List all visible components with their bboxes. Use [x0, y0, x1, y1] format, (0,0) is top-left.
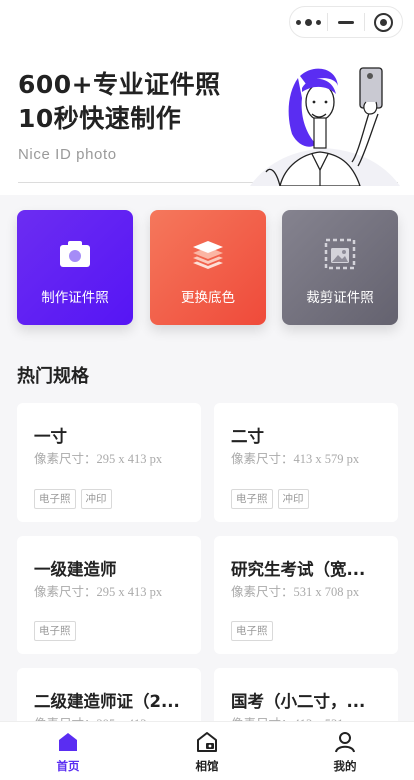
minus-icon — [338, 20, 354, 24]
spec-name: 二寸 — [231, 427, 264, 446]
tag-print: 冲印 — [80, 489, 112, 509]
change-background-button[interactable]: 更换底色 — [150, 210, 266, 325]
section-title: 热门规格 — [17, 366, 89, 387]
spec-card[interactable]: 研究生考试（宽... 像素尺寸：531 x 708 px 电子照 — [214, 536, 398, 654]
spec-tags: 电子照 冲印 — [34, 489, 112, 509]
tag-digital: 电子照 — [34, 489, 76, 509]
more-dots-icon — [295, 18, 321, 26]
spec-tags: 电子照 — [34, 621, 76, 641]
crop-image-icon — [324, 238, 356, 270]
close-button[interactable] — [365, 7, 402, 37]
spec-card[interactable]: 二寸 像素尺寸：413 x 579 px 电子照 冲印 — [214, 403, 398, 522]
spec-card[interactable]: 一级建造师 像素尺寸：295 x 413 px 电子照 — [17, 536, 201, 654]
spec-name: 一级建造师 — [34, 560, 117, 579]
spec-size: 像素尺寸：531 x 708 px — [231, 585, 360, 599]
spec-tags: 电子照 冲印 — [231, 489, 309, 509]
spec-size: 像素尺寸：413 x 579 px — [231, 452, 360, 466]
mini-program-capsule — [289, 6, 403, 38]
user-icon — [335, 732, 355, 753]
action-label: 裁剪证件照 — [306, 290, 374, 306]
tab-home[interactable]: 首页 — [28, 722, 108, 780]
make-id-photo-button[interactable]: 制作证件照 — [17, 210, 133, 325]
spec-size: 像素尺寸：295 x 413 px — [34, 585, 163, 599]
home-icon — [59, 733, 77, 751]
hero-title: 600+专业证件照 10秒快速制作 — [18, 68, 221, 136]
minimize-button[interactable] — [328, 7, 365, 37]
spec-name: 二级建造师证（2... — [34, 692, 180, 711]
action-label: 制作证件照 — [41, 290, 109, 306]
tag-digital: 电子照 — [34, 621, 76, 641]
spec-size: 像素尺寸：295 x 413 px — [34, 452, 163, 466]
action-label: 更换底色 — [181, 290, 235, 306]
tag-digital: 电子照 — [231, 621, 273, 641]
spec-card[interactable]: 一寸 像素尺寸：295 x 413 px 电子照 冲印 — [17, 403, 201, 522]
tab-bar: 首页 相馆 我的 — [0, 721, 414, 780]
selfie-illustration — [250, 67, 400, 186]
tab-studio[interactable]: 相馆 — [167, 722, 247, 780]
tag-digital: 电子照 — [231, 489, 273, 509]
tab-label: 相馆 — [195, 759, 219, 773]
more-button[interactable] — [290, 7, 327, 37]
hero-title-line2: 10秒快速制作 — [18, 104, 182, 133]
spec-tags: 电子照 — [231, 621, 273, 641]
camera-icon — [60, 241, 90, 267]
hero-title-line1: 600+专业证件照 — [18, 70, 221, 99]
target-icon — [374, 12, 394, 32]
header: 600+专业证件照 10秒快速制作 Nice ID photo — [0, 0, 414, 195]
hero-subtitle: Nice ID photo — [18, 146, 117, 163]
tab-label: 首页 — [56, 759, 80, 773]
studio-icon — [197, 732, 217, 752]
spec-name: 国考（小二寸，... — [231, 692, 366, 711]
crop-id-photo-button[interactable]: 裁剪证件照 — [282, 210, 398, 325]
spec-name: 一寸 — [34, 427, 67, 446]
tag-print: 冲印 — [277, 489, 309, 509]
tab-mine[interactable]: 我的 — [305, 722, 385, 780]
layers-icon — [193, 241, 223, 269]
spec-name: 研究生考试（宽... — [231, 560, 366, 579]
action-cards: 制作证件照 更换底色 裁剪证件照 — [17, 210, 398, 325]
tab-label: 我的 — [333, 759, 357, 773]
